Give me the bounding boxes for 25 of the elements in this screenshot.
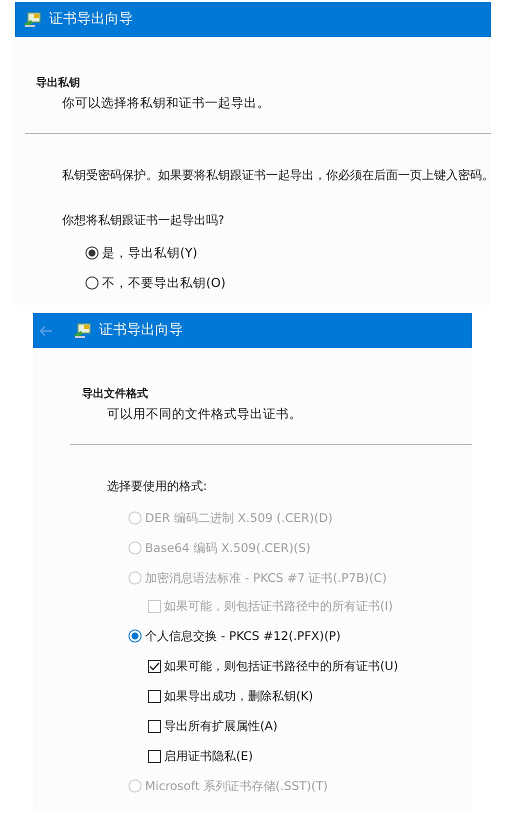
radio-button[interactable] <box>85 276 99 290</box>
radio-button[interactable] <box>128 629 142 643</box>
section-heading: 导出私钥 <box>36 75 81 91</box>
radio-label[interactable]: 个人信息交换 - PKCS #12(.PFX)(P) <box>145 628 341 644</box>
checkbox[interactable] <box>148 660 161 672</box>
body-text: 私钥受密码保护。如果要将私钥跟证书一起导出，你必须在后面一页上键入密码。 <box>62 167 491 183</box>
window-title: 证书导出向导 <box>49 10 133 29</box>
checkbox[interactable] <box>148 690 161 702</box>
radio-button[interactable] <box>85 246 99 260</box>
checkbox[interactable] <box>148 750 161 762</box>
body-text: 选择要使用的格式: <box>107 478 208 494</box>
radio-label[interactable]: 不，不要导出私钥(O) <box>102 275 226 291</box>
checkbox[interactable] <box>148 720 161 732</box>
checkbox-label[interactable]: 启用证书隐私(E) <box>164 748 253 764</box>
window-title: 证书导出向导 <box>99 321 183 340</box>
body-text: 你想将私钥跟证书一起导出吗? <box>62 212 226 228</box>
certificate-icon <box>23 12 41 28</box>
certificate-icon <box>73 322 91 338</box>
checkbox-label[interactable]: 导出所有扩展属性(A) <box>164 718 278 734</box>
section-description: 你可以选择将私钥和证书一起导出。 <box>62 95 271 111</box>
section-description: 可以用不同的文件格式导出证书。 <box>107 406 303 422</box>
checkbox-label[interactable]: 如果可能，则包括证书路径中的所有证书(U) <box>164 658 398 674</box>
radio-label[interactable]: 是，导出私钥(Y) <box>102 245 198 261</box>
section-heading: 导出文件格式 <box>82 386 149 402</box>
checkbox-label[interactable]: 如果导出成功，删除私钥(K) <box>164 688 314 704</box>
